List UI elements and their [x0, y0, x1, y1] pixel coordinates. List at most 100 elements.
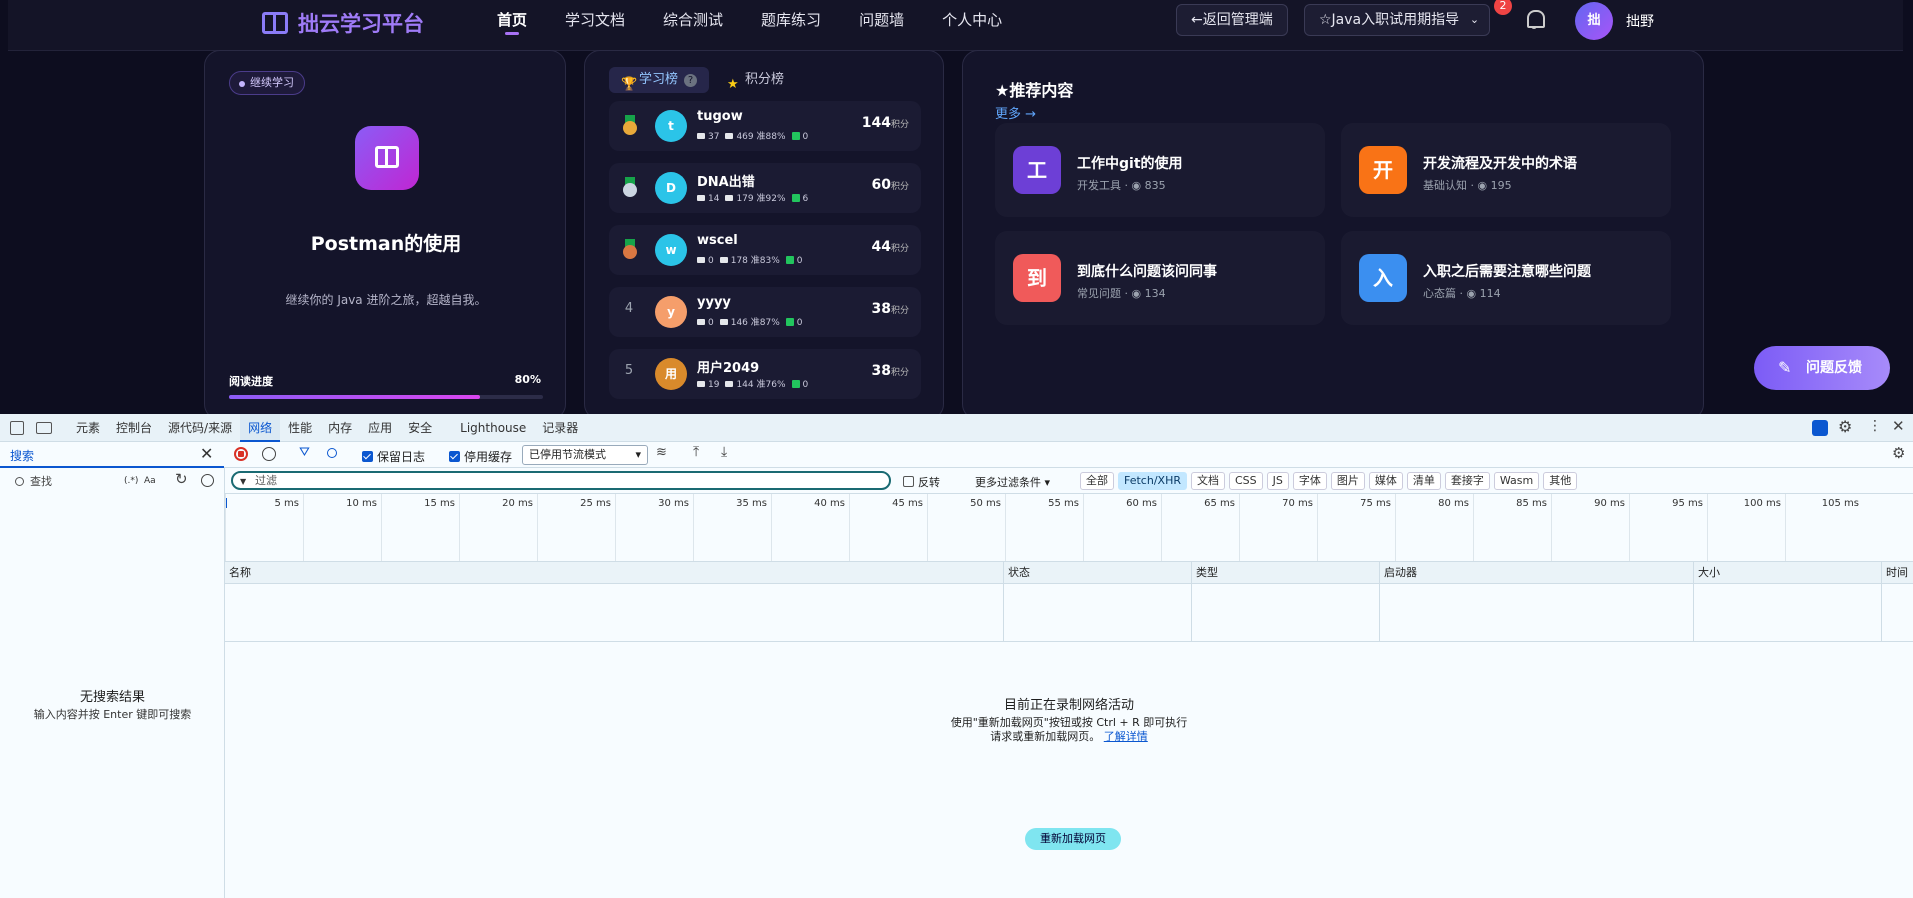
leaderboard-row[interactable]: w wscel 0 178 准83% 0 44积分 — [609, 225, 921, 275]
invert-checkbox[interactable]: 反转 — [903, 474, 940, 490]
disable-cache-checkbox[interactable]: 停用缓存 — [449, 448, 512, 465]
column-header[interactable]: 类型 — [1191, 562, 1379, 584]
clear-search-icon[interactable] — [201, 474, 214, 487]
close-search-icon[interactable]: ✕ — [200, 444, 213, 463]
doc-icon — [725, 381, 734, 387]
wifi-icon[interactable]: ≋ — [656, 445, 667, 460]
search-input[interactable]: 查找 — [6, 472, 164, 492]
column-header[interactable]: 状态 — [1003, 562, 1191, 584]
leaderboard-row[interactable]: t tugow 37 469 准88% 0 144积分 — [609, 101, 921, 151]
devtools-tab[interactable]: 源代码/来源 — [160, 414, 240, 442]
filter-type-button[interactable]: 全部 — [1080, 472, 1114, 490]
search-icon[interactable] — [327, 448, 337, 458]
column-header[interactable]: 大小 — [1693, 562, 1881, 584]
column-header[interactable]: 时间 — [1881, 562, 1913, 584]
eye-icon: ◉ — [1477, 179, 1491, 192]
more-filters-dropdown[interactable]: 更多过滤条件 ▾ — [975, 474, 1050, 490]
filter-type-button[interactable]: 图片 — [1330, 472, 1365, 490]
leaderboard-row[interactable]: D DNA出错 14 179 准92% 6 60积分 — [609, 163, 921, 213]
case-toggle[interactable]: Aa — [144, 476, 156, 486]
recommend-item[interactable]: 入入职之后需要注意哪些问题 心态篇 · ◉ 114 — [1341, 231, 1671, 325]
filter-input[interactable]: 过滤 — [231, 471, 891, 490]
continue-learning-card[interactable]: 继续学习 Postman的使用 继续你的 Java 进阶之旅，超越自我。 阅读进… — [204, 50, 566, 414]
filter-type-button[interactable]: 其他 — [1543, 472, 1578, 490]
nav-profile[interactable]: 个人中心 — [923, 0, 1021, 40]
user-score: 38积分 — [872, 301, 910, 317]
help-icon[interactable]: ? — [684, 74, 698, 87]
nav-docs[interactable]: 学习文档 — [546, 0, 644, 40]
user-name: yyyy — [697, 295, 731, 310]
user-name: DNA出错 — [697, 175, 755, 190]
back-admin-button[interactable]: ←返回管理端 — [1176, 4, 1288, 36]
devtools-tab[interactable]: Lighthouse — [452, 414, 534, 442]
throttle-select[interactable]: 已停用节流模式 — [522, 445, 648, 465]
table-column — [1191, 584, 1379, 642]
tab-points-rank[interactable]: ★ 积分榜 — [715, 67, 796, 93]
devtools-tab[interactable]: 记录器 — [534, 414, 586, 442]
filter-type-button[interactable]: 清单 — [1406, 472, 1441, 490]
check-icon — [785, 256, 794, 264]
recommend-item[interactable]: 开开发流程及开发中的术语 基础认知 · ◉ 195 — [1341, 123, 1671, 217]
recommend-item[interactable]: 工工作中git的使用 开发工具 · ◉ 835 — [995, 123, 1325, 217]
devtools-tab[interactable]: 网络 — [240, 414, 281, 442]
reload-page-button[interactable]: 重新加载网页 — [1025, 828, 1121, 850]
table-column — [1881, 584, 1913, 642]
filter-type-button[interactable]: Fetch/XHR — [1118, 472, 1187, 490]
filter-type-button[interactable]: CSS — [1228, 472, 1263, 490]
device-toggle-icon[interactable] — [36, 422, 52, 434]
nav-home[interactable]: 首页 — [478, 0, 546, 40]
message-icon — [697, 381, 705, 387]
column-header[interactable]: 启动器 — [1379, 562, 1693, 584]
sync-icon[interactable] — [1812, 420, 1828, 436]
filter-type-button[interactable]: Wasm — [1493, 472, 1540, 490]
tick-label: 15 ms — [424, 498, 455, 509]
nav-question-wall[interactable]: 问题墙 — [840, 0, 923, 40]
feedback-button[interactable]: 问题反馈 — [1754, 346, 1890, 390]
gear-icon[interactable]: ⚙ — [1838, 417, 1852, 436]
nav-test[interactable]: 综合测试 — [644, 0, 742, 40]
table-column — [1003, 584, 1191, 642]
filter-funnel-icon[interactable]: ⛛ — [299, 445, 310, 460]
download-icon[interactable]: ⤓ — [721, 444, 727, 460]
logo[interactable]: 拙云学习平台 — [262, 8, 424, 38]
filter-type-button[interactable]: 文档 — [1190, 472, 1225, 490]
devtools-tab[interactable]: 安全 — [400, 414, 440, 442]
filter-type-button[interactable]: JS — [1266, 472, 1289, 490]
learn-more-link[interactable]: 了解详情 — [1104, 730, 1148, 743]
clear-icon[interactable] — [262, 447, 276, 461]
record-icon[interactable] — [234, 447, 248, 461]
column-header[interactable]: 名称 — [225, 562, 1003, 584]
more-link[interactable]: 更多 → — [995, 103, 1036, 122]
more-options-icon[interactable]: ⋮ — [1868, 418, 1882, 434]
filter-type-button[interactable]: 套接字 — [1444, 472, 1490, 490]
medal-disc — [623, 183, 637, 197]
preserve-log-checkbox[interactable]: 保留日志 — [362, 448, 425, 465]
bell-icon[interactable] — [1524, 8, 1545, 30]
upload-icon[interactable]: ⤒ — [693, 444, 699, 460]
devtools-tab[interactable]: 内存 — [320, 414, 360, 442]
regex-toggle[interactable]: (.*) — [124, 476, 138, 486]
nav-practice[interactable]: 题库练习 — [742, 0, 840, 40]
devtools-tab[interactable]: 性能 — [280, 414, 320, 442]
devtools-tab[interactable]: 控制台 — [108, 414, 160, 442]
article-meta: 常见问题 · ◉ 134 — [1077, 285, 1166, 301]
devtools-tab[interactable]: 应用 — [360, 414, 400, 442]
filter-type-button[interactable]: 媒体 — [1368, 472, 1403, 490]
network-settings-icon[interactable]: ⚙ — [1892, 444, 1905, 462]
inspect-icon[interactable] — [10, 421, 24, 435]
username[interactable]: 拙野 — [1626, 11, 1654, 31]
guide-select[interactable]: ☆Java入职试用期指导 ⌄ — [1304, 4, 1491, 36]
article-icon: 到 — [1013, 254, 1061, 302]
refresh-icon[interactable]: ↻ — [175, 470, 188, 488]
eye-icon: ◉ — [1466, 287, 1480, 300]
tab-study-rank[interactable]: 🏆 学习榜? — [609, 67, 710, 93]
avatar[interactable]: 拙 — [1575, 2, 1613, 40]
search-tab[interactable]: 搜索 — [10, 447, 34, 464]
close-icon[interactable]: ✕ — [1892, 417, 1905, 435]
recommend-item[interactable]: 到到底什么问题该问同事 常见问题 · ◉ 134 — [995, 231, 1325, 325]
leaderboard-row[interactable]: 4 y yyyy 0 146 准87% 0 38积分 — [609, 287, 921, 337]
filter-type-button[interactable]: 字体 — [1292, 472, 1327, 490]
article-meta: 基础认知 · ◉ 195 — [1423, 177, 1512, 193]
leaderboard-row[interactable]: 5 用用户2049 19 144 准76% 0 38积分 — [609, 349, 921, 399]
devtools-tab[interactable]: 元素 — [68, 414, 108, 442]
